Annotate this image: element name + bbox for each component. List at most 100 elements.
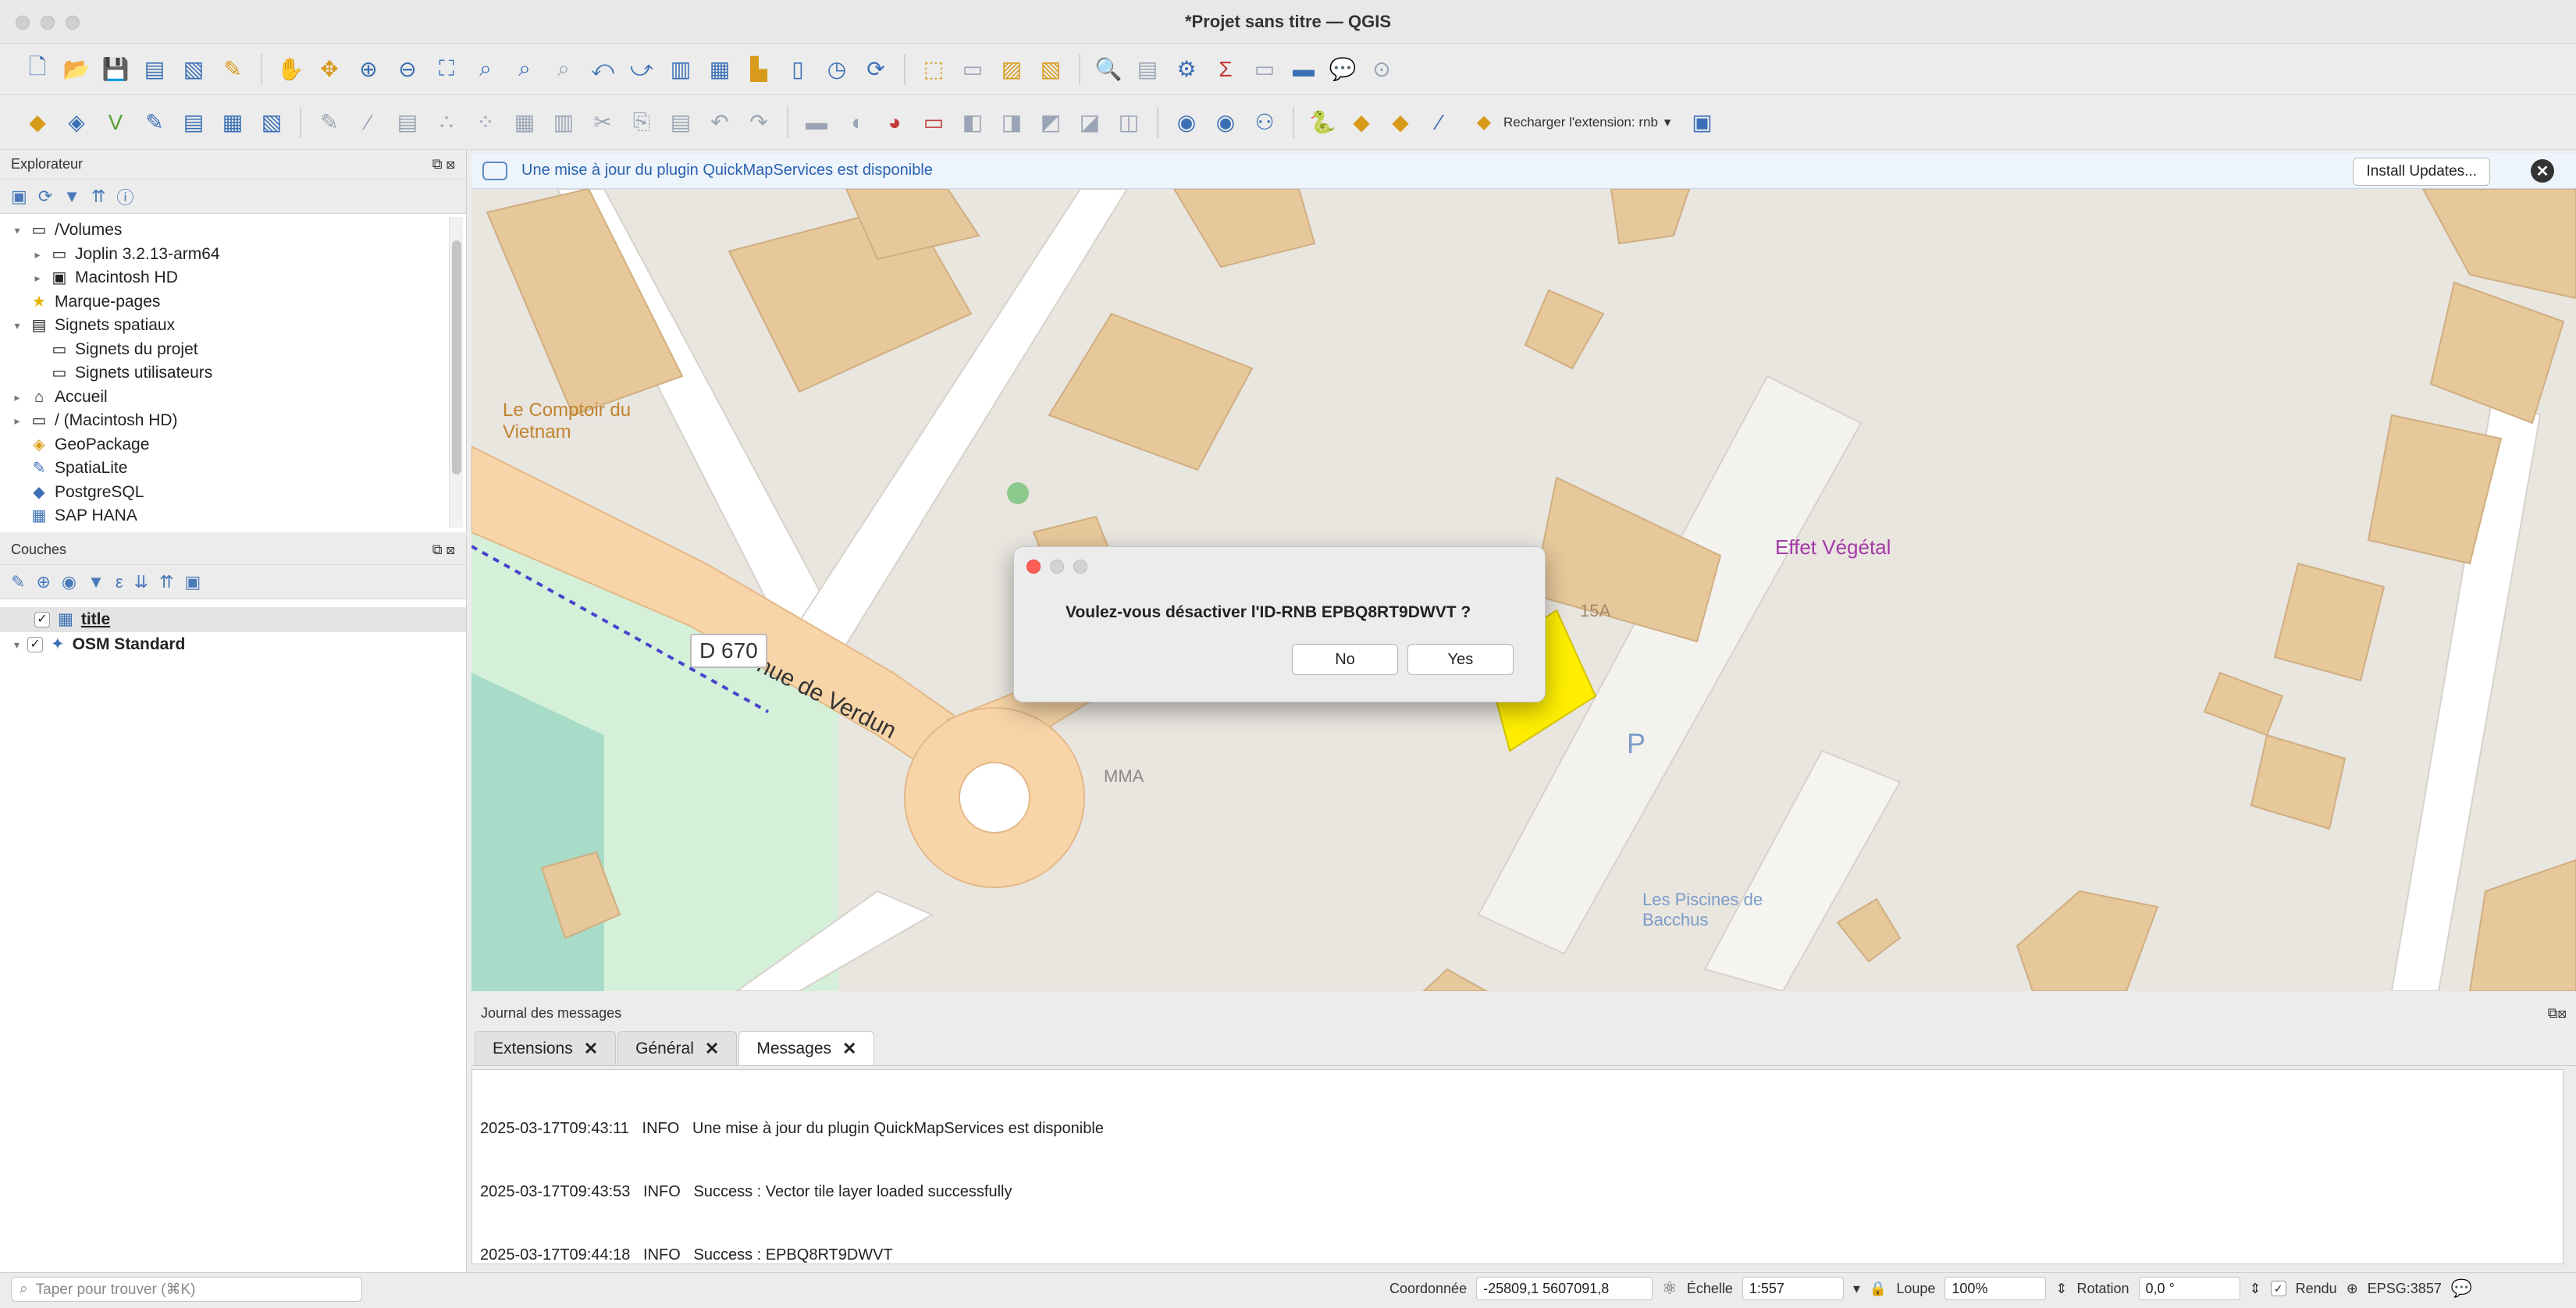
browser-item-home[interactable]: ▸ ⌂ Accueil [11, 386, 466, 410]
label-toolbar-icon[interactable]: ▬ [801, 107, 832, 138]
magnifier-field[interactable]: 100% [1944, 1277, 2047, 1300]
select-features-icon[interactable]: ⬚ [918, 54, 949, 85]
toggle-editing-icon[interactable]: ✎ [314, 107, 345, 138]
open-project-icon[interactable]: 📂 [61, 54, 92, 85]
plugin-reloader-a-icon[interactable]: ◆ [1346, 107, 1377, 138]
collapse-all-icon[interactable]: ⇈ [159, 572, 173, 592]
new-project-icon[interactable]: 🗋 [22, 54, 53, 85]
zoom-in-icon[interactable]: ⊕ [353, 54, 384, 85]
expand-arrow-icon[interactable]: ▾ [14, 632, 20, 657]
layer-item-title[interactable]: ✓ ▦ title [0, 607, 466, 632]
close-tab-icon[interactable]: ✕ [842, 1039, 856, 1059]
annotation-icon[interactable]: 💬 [1327, 54, 1358, 85]
dock-float-close-icon[interactable]: ⧉⊠ [2548, 1005, 2567, 1022]
dock-float-close-icon[interactable]: ⧉ ⊠ [432, 156, 455, 172]
processing-toolbox-icon[interactable]: ⚙ [1171, 54, 1202, 85]
style-layer-icon[interactable]: ✎ [11, 572, 25, 592]
new-layout-icon[interactable]: ▤ [139, 54, 170, 85]
plugin-reloader-b-icon[interactable]: ◆ [1385, 107, 1416, 138]
close-icon[interactable]: ✕ [2531, 159, 2554, 183]
save-project-icon[interactable]: 💾 [100, 54, 131, 85]
zoom-last-icon[interactable]: ⤺ [587, 54, 618, 85]
add-delimited-text-icon[interactable]: ✎ [139, 107, 170, 138]
select-by-value-icon[interactable]: ▨ [996, 54, 1027, 85]
plugin-a-icon[interactable]: ◉ [1171, 107, 1202, 138]
browser-item-geopackage[interactable]: ◈ GeoPackage [11, 433, 466, 457]
visibility-icon[interactable]: ◉ [62, 572, 76, 592]
pan-to-selection-icon[interactable]: ✥ [314, 54, 345, 85]
bookmark-icon[interactable]: ▥ [665, 54, 696, 85]
minimize-window-button[interactable] [41, 16, 55, 30]
toggle-extents-icon[interactable]: ⚛ [1662, 1278, 1678, 1299]
expand-arrow-icon[interactable]: ▾ [11, 219, 23, 243]
zoom-out-icon[interactable]: ⊖ [392, 54, 423, 85]
temporal-icon[interactable]: ▙ [743, 54, 774, 85]
zoom-window-button[interactable] [66, 16, 80, 30]
close-window-button[interactable] [16, 16, 30, 30]
layout-manager-icon[interactable]: ▧ [178, 54, 209, 85]
tab-extensions[interactable]: Extensions ✕ [475, 1031, 617, 1065]
layer-item-osm-standard[interactable]: ▾ ✓ ✦ OSM Standard [14, 632, 466, 657]
current-edits-icon[interactable]: ⁄ [353, 107, 384, 138]
delete-selected-icon[interactable]: ▥ [548, 107, 579, 138]
browser-item-spatial-bookmarks[interactable]: ▾ ▤ Signets spatiaux [11, 314, 466, 338]
scale-field[interactable]: 1:557 [1742, 1277, 1844, 1300]
undo-icon[interactable]: ↶ [704, 107, 735, 138]
statistics-icon[interactable]: Σ [1210, 54, 1241, 85]
browser-item-volumes[interactable]: ▾ ▭ /Volumes [11, 219, 466, 243]
expand-arrow-icon[interactable]: ▸ [11, 409, 23, 433]
add-selected-layers-icon[interactable]: ▣ [11, 187, 27, 207]
measure-line-icon[interactable]: ▬ [1288, 54, 1319, 85]
refresh-icon[interactable]: ⟳ [38, 187, 52, 207]
zoom-native-icon[interactable]: ⌕ [548, 54, 579, 85]
log-text-area[interactable]: 2025-03-17T09:43:11 INFO Une mise à jour… [471, 1069, 2564, 1264]
rotation-stepper-icon[interactable]: ⇕ [2250, 1281, 2261, 1297]
copy-features-icon[interactable]: ⎘ [626, 107, 657, 138]
install-updates-button[interactable]: Install Updates... [2353, 158, 2490, 186]
style-manager-icon[interactable]: ✎ [217, 54, 248, 85]
add-group-icon[interactable]: ⊕ [36, 572, 50, 592]
add-wms-icon[interactable]: ▦ [217, 107, 248, 138]
diagram-icon[interactable]: ◕ [879, 107, 910, 138]
expand-arrow-icon[interactable]: ▸ [31, 243, 44, 267]
expression-filter-icon[interactable]: ε [116, 572, 123, 592]
plugin-b-icon[interactable]: ◉ [1210, 107, 1241, 138]
modify-attributes-icon[interactable]: ▦ [509, 107, 540, 138]
vertex-tool-icon[interactable]: ⁘ [470, 107, 501, 138]
redo-icon[interactable]: ↷ [743, 107, 774, 138]
expand-arrow-icon[interactable]: ▸ [31, 266, 44, 290]
add-vector-layer-icon[interactable]: ◈ [61, 107, 92, 138]
add-feature-icon[interactable]: ∴ [431, 107, 462, 138]
tab-messages[interactable]: Messages ✕ [738, 1031, 875, 1065]
browser-item-root[interactable]: ▸ ▭ / (Macintosh HD) [11, 409, 466, 433]
zoom-next-icon[interactable]: ⤻ [626, 54, 657, 85]
messages-icon[interactable]: 💬 [2451, 1278, 2472, 1299]
attribute-table-icon[interactable]: ▤ [1132, 54, 1163, 85]
browser-item-joplin[interactable]: ▸ ▭ Joplin 3.2.13-arm64 [11, 243, 466, 267]
layer-visibility-checkbox[interactable]: ✓ [34, 612, 50, 627]
clock-icon[interactable]: ◷ [821, 54, 852, 85]
add-wfs-icon[interactable]: ▧ [256, 107, 287, 138]
help-icon[interactable]: ▣ [1686, 107, 1717, 138]
measure-icon[interactable]: ▭ [1249, 54, 1280, 85]
add-raster-layer-icon[interactable]: V [100, 107, 131, 138]
scrollbar-thumb[interactable] [452, 240, 461, 475]
browser-item-user-bookmarks[interactable]: ▭ Signets utilisateurs [11, 361, 466, 386]
cut-features-icon[interactable]: ✂ [587, 107, 618, 138]
zoom-layer-icon[interactable]: ⌕ [509, 54, 540, 85]
plugin-c-icon[interactable]: ⚇ [1249, 107, 1280, 138]
locator-search[interactable]: ⌕ Taper pour trouver (⌘K) [11, 1277, 362, 1302]
wand-icon[interactable]: ⁄ [1424, 107, 1455, 138]
collapse-all-icon[interactable]: ⇈ [91, 187, 105, 207]
expand-all-icon[interactable]: ⇊ [134, 572, 148, 592]
reload-plugin-button[interactable]: ◆ Recharger l'extension: rnb ▾ [1463, 106, 1678, 139]
browser-item-postgresql[interactable]: ◆ PostgreSQL [11, 481, 466, 505]
browser-item-project-bookmarks[interactable]: ▭ Signets du projet [11, 338, 466, 362]
rotate-label-icon[interactable]: ◪ [1074, 107, 1105, 138]
label-abc-icon[interactable]: ▭ [918, 107, 949, 138]
browser-item-spatialite[interactable]: ✎ SpatiaLite [11, 457, 466, 481]
browser-item-bookmarks[interactable]: ★ Marque-pages [11, 290, 466, 315]
zoom-full-icon[interactable]: ⛶ [431, 54, 462, 85]
expand-arrow-icon[interactable]: ▾ [11, 314, 23, 338]
expand-arrow-icon[interactable]: ▸ [11, 386, 23, 410]
